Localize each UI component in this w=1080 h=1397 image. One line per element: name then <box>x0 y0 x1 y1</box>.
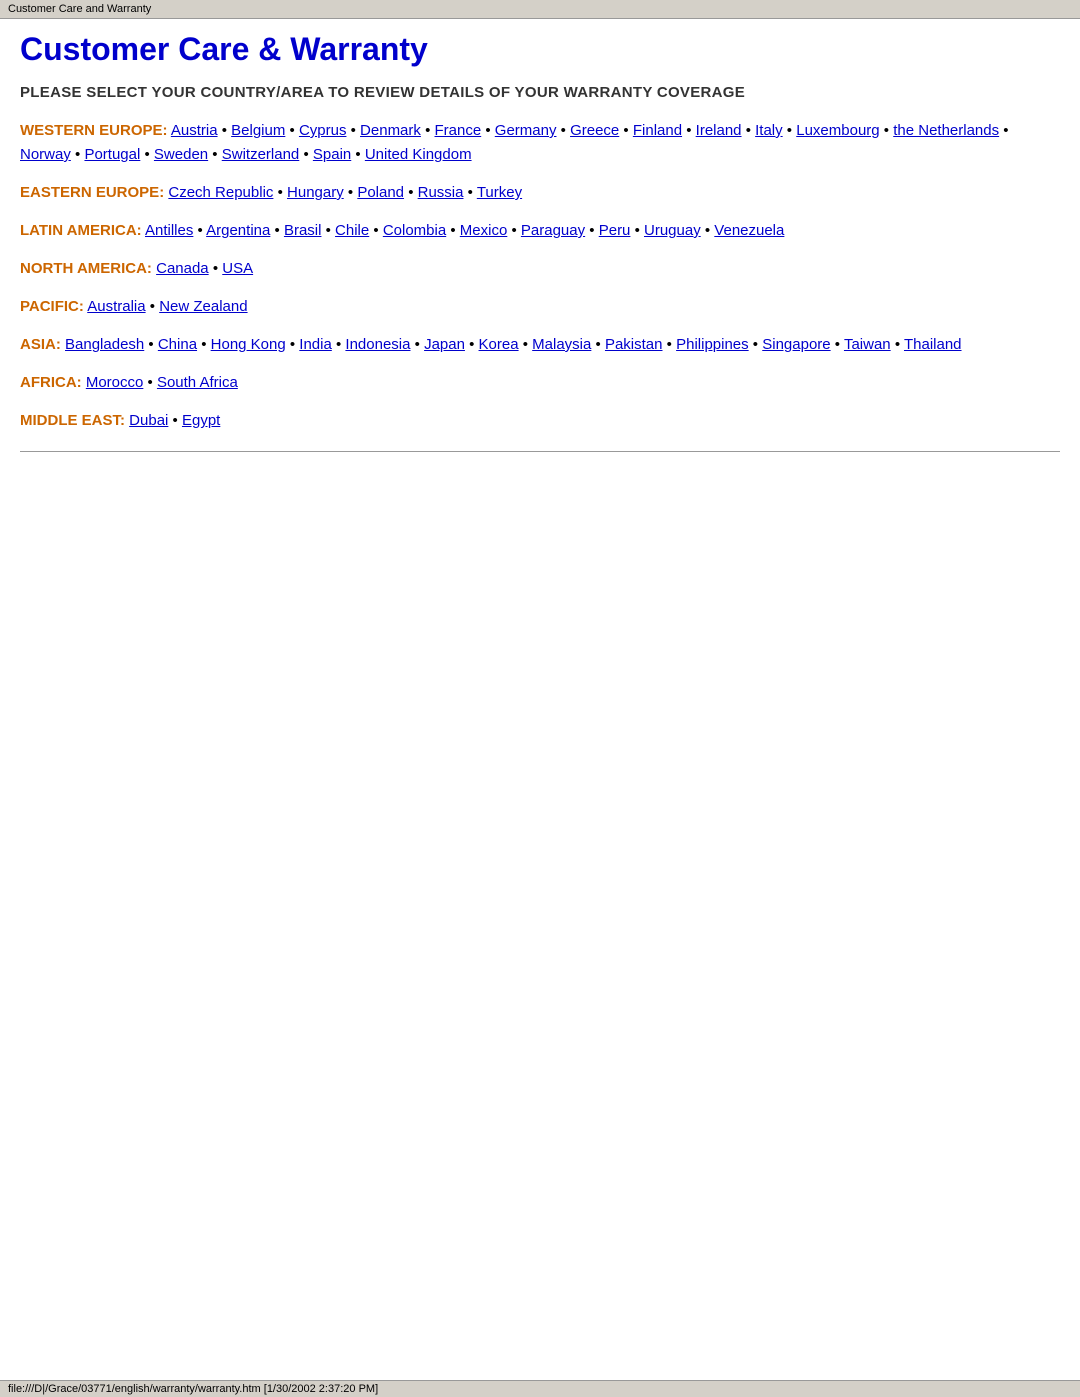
status-bar-text: file:///D|/Grace/03771/english/warranty/… <box>8 1383 378 1395</box>
tab-title: Customer Care and Warranty <box>8 3 151 15</box>
country-link-czech-republic[interactable]: Czech Republic <box>168 184 273 201</box>
country-link-canada[interactable]: Canada <box>156 260 209 277</box>
country-link-denmark[interactable]: Denmark <box>360 122 421 139</box>
country-link-switzerland[interactable]: Switzerland <box>222 146 300 163</box>
country-link-australia[interactable]: Australia <box>87 298 145 315</box>
separator <box>20 451 1060 452</box>
country-link-usa[interactable]: USA <box>222 260 253 277</box>
status-bar: file:///D|/Grace/03771/english/warranty/… <box>0 1380 1080 1397</box>
country-link-argentina[interactable]: Argentina <box>206 222 270 239</box>
country-link-paraguay[interactable]: Paraguay <box>521 222 585 239</box>
region-block-0: WESTERN EUROPE: Austria • Belgium • Cypr… <box>20 119 1060 167</box>
browser-tab: Customer Care and Warranty <box>0 0 1080 19</box>
country-link-spain[interactable]: Spain <box>313 146 351 163</box>
country-link-singapore[interactable]: Singapore <box>762 336 830 353</box>
country-link-france[interactable]: France <box>435 122 482 139</box>
country-link-hungary[interactable]: Hungary <box>287 184 344 201</box>
country-link-germany[interactable]: Germany <box>495 122 557 139</box>
region-label-2: LATIN AMERICA: <box>20 222 142 239</box>
country-link-cyprus[interactable]: Cyprus <box>299 122 347 139</box>
page-subtitle: PLEASE SELECT YOUR COUNTRY/AREA TO REVIE… <box>20 84 1060 101</box>
region-label-5: ASIA: <box>20 336 61 353</box>
country-link-russia[interactable]: Russia <box>418 184 464 201</box>
region-block-3: NORTH AMERICA: Canada • USA <box>20 257 1060 281</box>
country-link-korea[interactable]: Korea <box>479 336 519 353</box>
country-link-luxembourg[interactable]: Luxembourg <box>796 122 879 139</box>
region-label-0: WESTERN EUROPE: <box>20 122 168 139</box>
country-link-bangladesh[interactable]: Bangladesh <box>65 336 144 353</box>
region-label-7: MIDDLE EAST: <box>20 412 125 429</box>
country-link-colombia[interactable]: Colombia <box>383 222 446 239</box>
country-link-mexico[interactable]: Mexico <box>460 222 508 239</box>
regions-container: WESTERN EUROPE: Austria • Belgium • Cypr… <box>20 119 1060 433</box>
region-label-1: EASTERN EUROPE: <box>20 184 164 201</box>
region-block-1: EASTERN EUROPE: Czech Republic • Hungary… <box>20 181 1060 205</box>
country-link-taiwan[interactable]: Taiwan <box>844 336 891 353</box>
country-link-thailand[interactable]: Thailand <box>904 336 962 353</box>
country-link-india[interactable]: India <box>299 336 332 353</box>
country-link-indonesia[interactable]: Indonesia <box>345 336 410 353</box>
region-block-4: PACIFIC: Australia • New Zealand <box>20 295 1060 319</box>
country-link-uruguay[interactable]: Uruguay <box>644 222 701 239</box>
country-link-austria[interactable]: Austria <box>171 122 218 139</box>
country-link-norway[interactable]: Norway <box>20 146 71 163</box>
region-block-7: MIDDLE EAST: Dubai • Egypt <box>20 409 1060 433</box>
country-link-belgium[interactable]: Belgium <box>231 122 285 139</box>
country-link-the-netherlands[interactable]: the Netherlands <box>893 122 999 139</box>
region-label-4: PACIFIC: <box>20 298 84 315</box>
country-link-hong-kong[interactable]: Hong Kong <box>211 336 286 353</box>
country-link-egypt[interactable]: Egypt <box>182 412 220 429</box>
region-label-3: NORTH AMERICA: <box>20 260 152 277</box>
country-link-china[interactable]: China <box>158 336 197 353</box>
country-link-united-kingdom[interactable]: United Kingdom <box>365 146 472 163</box>
region-block-2: LATIN AMERICA: Antilles • Argentina • Br… <box>20 219 1060 243</box>
country-link-portugal[interactable]: Portugal <box>84 146 140 163</box>
region-block-5: ASIA: Bangladesh • China • Hong Kong • I… <box>20 333 1060 357</box>
region-label-6: AFRICA: <box>20 374 82 391</box>
country-link-morocco[interactable]: Morocco <box>86 374 144 391</box>
country-link-brasil[interactable]: Brasil <box>284 222 322 239</box>
country-link-peru[interactable]: Peru <box>599 222 631 239</box>
main-content: Customer Care & Warranty PLEASE SELECT Y… <box>0 19 1080 484</box>
country-link-malaysia[interactable]: Malaysia <box>532 336 591 353</box>
country-link-ireland[interactable]: Ireland <box>696 122 742 139</box>
country-link-finland[interactable]: Finland <box>633 122 682 139</box>
country-link-south-africa[interactable]: South Africa <box>157 374 238 391</box>
country-link-chile[interactable]: Chile <box>335 222 369 239</box>
country-link-dubai[interactable]: Dubai <box>129 412 168 429</box>
country-link-philippines[interactable]: Philippines <box>676 336 749 353</box>
country-link-new-zealand[interactable]: New Zealand <box>159 298 247 315</box>
country-link-poland[interactable]: Poland <box>357 184 404 201</box>
page-title: Customer Care & Warranty <box>20 31 1060 68</box>
country-link-venezuela[interactable]: Venezuela <box>714 222 784 239</box>
country-link-pakistan[interactable]: Pakistan <box>605 336 663 353</box>
region-block-6: AFRICA: Morocco • South Africa <box>20 371 1060 395</box>
country-link-japan[interactable]: Japan <box>424 336 465 353</box>
country-link-italy[interactable]: Italy <box>755 122 783 139</box>
country-link-antilles[interactable]: Antilles <box>145 222 193 239</box>
country-link-turkey[interactable]: Turkey <box>477 184 522 201</box>
country-link-greece[interactable]: Greece <box>570 122 619 139</box>
country-link-sweden[interactable]: Sweden <box>154 146 208 163</box>
